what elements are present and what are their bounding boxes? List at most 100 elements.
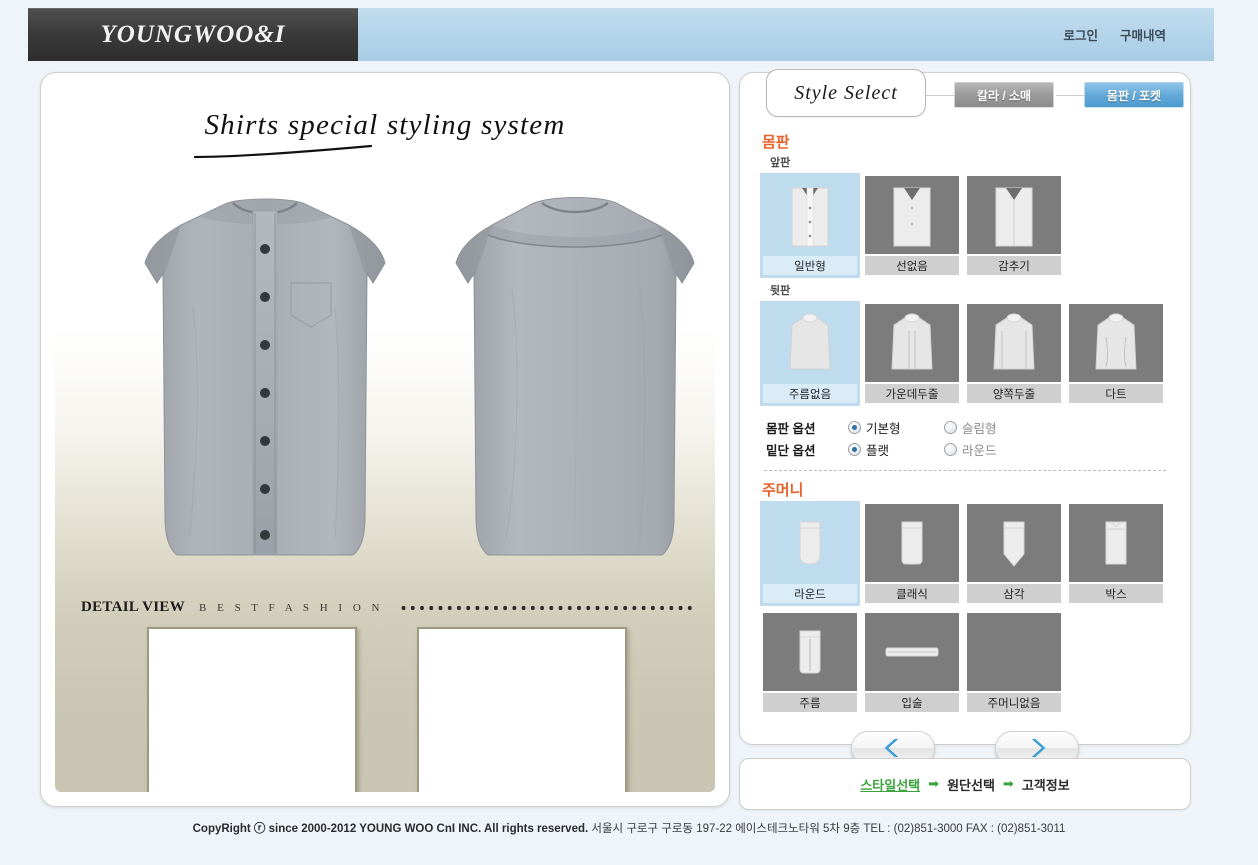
login-link[interactable]: 로그인 [1063,25,1098,44]
sub-label-back: 뒷판 [770,285,791,297]
hem-option-round-label: 라운드 [962,443,997,458]
back-thumb-image [1069,304,1163,382]
pocket-thumb-image [967,613,1061,691]
body-option-title: 몸판 옵션 [766,421,816,436]
detail-view-boxes [81,627,693,792]
pocket-options-row-1: 라운드 클래식 삼각 박스 [760,501,1170,606]
pocket-welt-icon [885,647,939,657]
front-option-ilbanhyeong[interactable]: 일반형 [760,173,860,278]
hem-option-flat-label: 플랫 [866,443,890,458]
chevron-right-icon [1032,739,1046,757]
footer-copyright: CopyRight ⓡ since 2000-2012 YOUNG WOO Cn… [192,823,589,835]
back-option-gaundeduj[interactable]: 가운데두줄 [862,301,962,406]
title-swash-icon [193,145,373,159]
pocket-pleat-icon [799,630,821,674]
style-panel-header: Style Select 칼라 / 소매 몸판 / 포켓 [740,69,1190,129]
pocket-thumb-image [1069,504,1163,582]
hem-option-round[interactable]: 라운드 [944,440,1040,459]
body-option-basic[interactable]: 기본형 [848,418,944,437]
front-options-row: 일반형 선없음 감추기 [760,173,1170,278]
front-thumb-image [967,176,1061,254]
detail-view-strip: DETAIL VIEW B E S T F A S H I O N [81,599,693,616]
detail-view-label: DETAIL VIEW [81,599,186,615]
pocket-option-classic[interactable]: 클래식 [862,501,962,606]
detail-box-left[interactable] [147,627,357,792]
pocket-option-pleat[interactable]: 주름 [760,610,860,715]
style-select-panel: Style Select 칼라 / 소매 몸판 / 포켓 몸판 앞판 일반형 선… [739,69,1191,765]
radio-icon[interactable] [848,420,861,434]
back-option-yangjjokduj[interactable]: 양쪽두줄 [964,301,1064,406]
front-option-label: 선없음 [865,256,959,275]
shirt-back-image [455,197,695,556]
front-option-gamchugi[interactable]: 감추기 [964,173,1064,278]
chevron-left-icon [884,739,898,757]
front-thumb-image [763,176,857,254]
radio-icon[interactable] [944,420,957,434]
hem-option-line: 밑단 옵션 플랫 라운드 [766,438,1170,460]
step-customer-info[interactable]: 고객정보 [1022,775,1070,794]
radio-icon[interactable] [944,442,957,456]
body-radio-options: 몸판 옵션 기본형 슬림형 밑단 옵션 플랫 라운드 [766,416,1170,460]
body-option-slim-label: 슬림형 [962,421,997,436]
radio-icon[interactable] [848,442,861,456]
hem-option-flat[interactable]: 플랫 [848,440,944,459]
purchase-history-link[interactable]: 구매내역 [1120,25,1166,44]
pocket-option-none[interactable]: 주머니없음 [964,610,1064,715]
pocket-option-label: 삼각 [967,584,1061,603]
pocket-option-label: 라운드 [763,584,857,603]
style-select-title-tab: Style Select [766,69,926,117]
step-arrow-2-icon: ➡ [1002,776,1014,791]
back-option-dart[interactable]: 다트 [1066,301,1166,406]
pocket-option-triangle[interactable]: 삼각 [964,501,1064,606]
pocket-option-label: 입술 [865,693,959,712]
step-style-select[interactable]: 스타일선택 [860,775,920,794]
pocket-option-label: 주머니없음 [967,693,1061,712]
back-option-jureumeopseum[interactable]: 주름없음 [760,301,860,406]
pocket-options-row-2: 주름 입술 주머니없음 [760,610,1170,715]
brand-logo[interactable]: YOUNGWOO&I [28,8,358,61]
front-option-seoneopseum[interactable]: 선없음 [862,173,962,278]
preview-title: Shirts special styling system [204,109,566,141]
pocket-thumb-image [865,504,959,582]
front-option-label: 일반형 [763,256,857,275]
section-separator [764,470,1166,471]
detail-box-right[interactable] [417,627,627,792]
site-header: YOUNGWOO&I 로그인 구매내역 [28,8,1214,61]
step-fabric-select[interactable]: 원단선택 [947,775,995,794]
pocket-option-label: 클래식 [865,584,959,603]
pocket-option-round[interactable]: 라운드 [760,501,860,606]
shirt-back-noplear-icon [789,313,831,370]
pocket-thumb-image [967,504,1061,582]
pocket-round-icon [799,521,821,565]
tab-body-pocket[interactable]: 몸판 / 포켓 [1084,82,1184,108]
shirt-front-noline-icon [893,187,931,247]
section-title-body: 몸판 [762,134,790,151]
back-option-label: 가운데두줄 [865,384,959,403]
pocket-thumb-image [763,504,857,582]
best-fashion-label: B E S T F A S H I O N [199,601,384,614]
back-option-label: 양쪽두줄 [967,384,1061,403]
style-panel-body: 몸판 앞판 일반형 선없음 감추기 뒷판 주름없음 가운데두줄 양쪽두줄 다트 … [740,131,1190,765]
pocket-option-welt[interactable]: 입술 [862,610,962,715]
pocket-option-label: 박스 [1069,584,1163,603]
header-nav: 로그인 구매내역 [358,8,1214,61]
shirt-front-hidden-icon [995,187,1033,247]
back-options-row: 주름없음 가운데두줄 양쪽두줄 다트 [760,301,1170,406]
body-option-line: 몸판 옵션 기본형 슬림형 [766,416,1170,438]
back-option-label: 다트 [1069,384,1163,403]
site-footer: CopyRight ⓡ since 2000-2012 YOUNG WOO Cn… [0,820,1258,836]
back-option-label: 주름없음 [763,384,857,403]
pocket-thumb-image [763,613,857,691]
pocket-thumb-image [865,613,959,691]
pocket-option-box[interactable]: 박스 [1066,501,1166,606]
brand-logo-text: YOUNGWOO&I [100,21,286,48]
back-thumb-image [865,304,959,382]
preview-stage: Shirts special styling system DETAIL VIE… [55,87,715,792]
tab-collar-sleeve[interactable]: 칼라 / 소매 [954,82,1054,108]
step-arrow-1-icon: ➡ [928,776,940,791]
body-option-slim[interactable]: 슬림형 [944,418,1040,437]
front-option-label: 감추기 [967,256,1061,275]
shirt-preview-stage [55,187,715,597]
style-select-label: Style Select [794,81,898,104]
pocket-box-icon [1105,521,1127,565]
